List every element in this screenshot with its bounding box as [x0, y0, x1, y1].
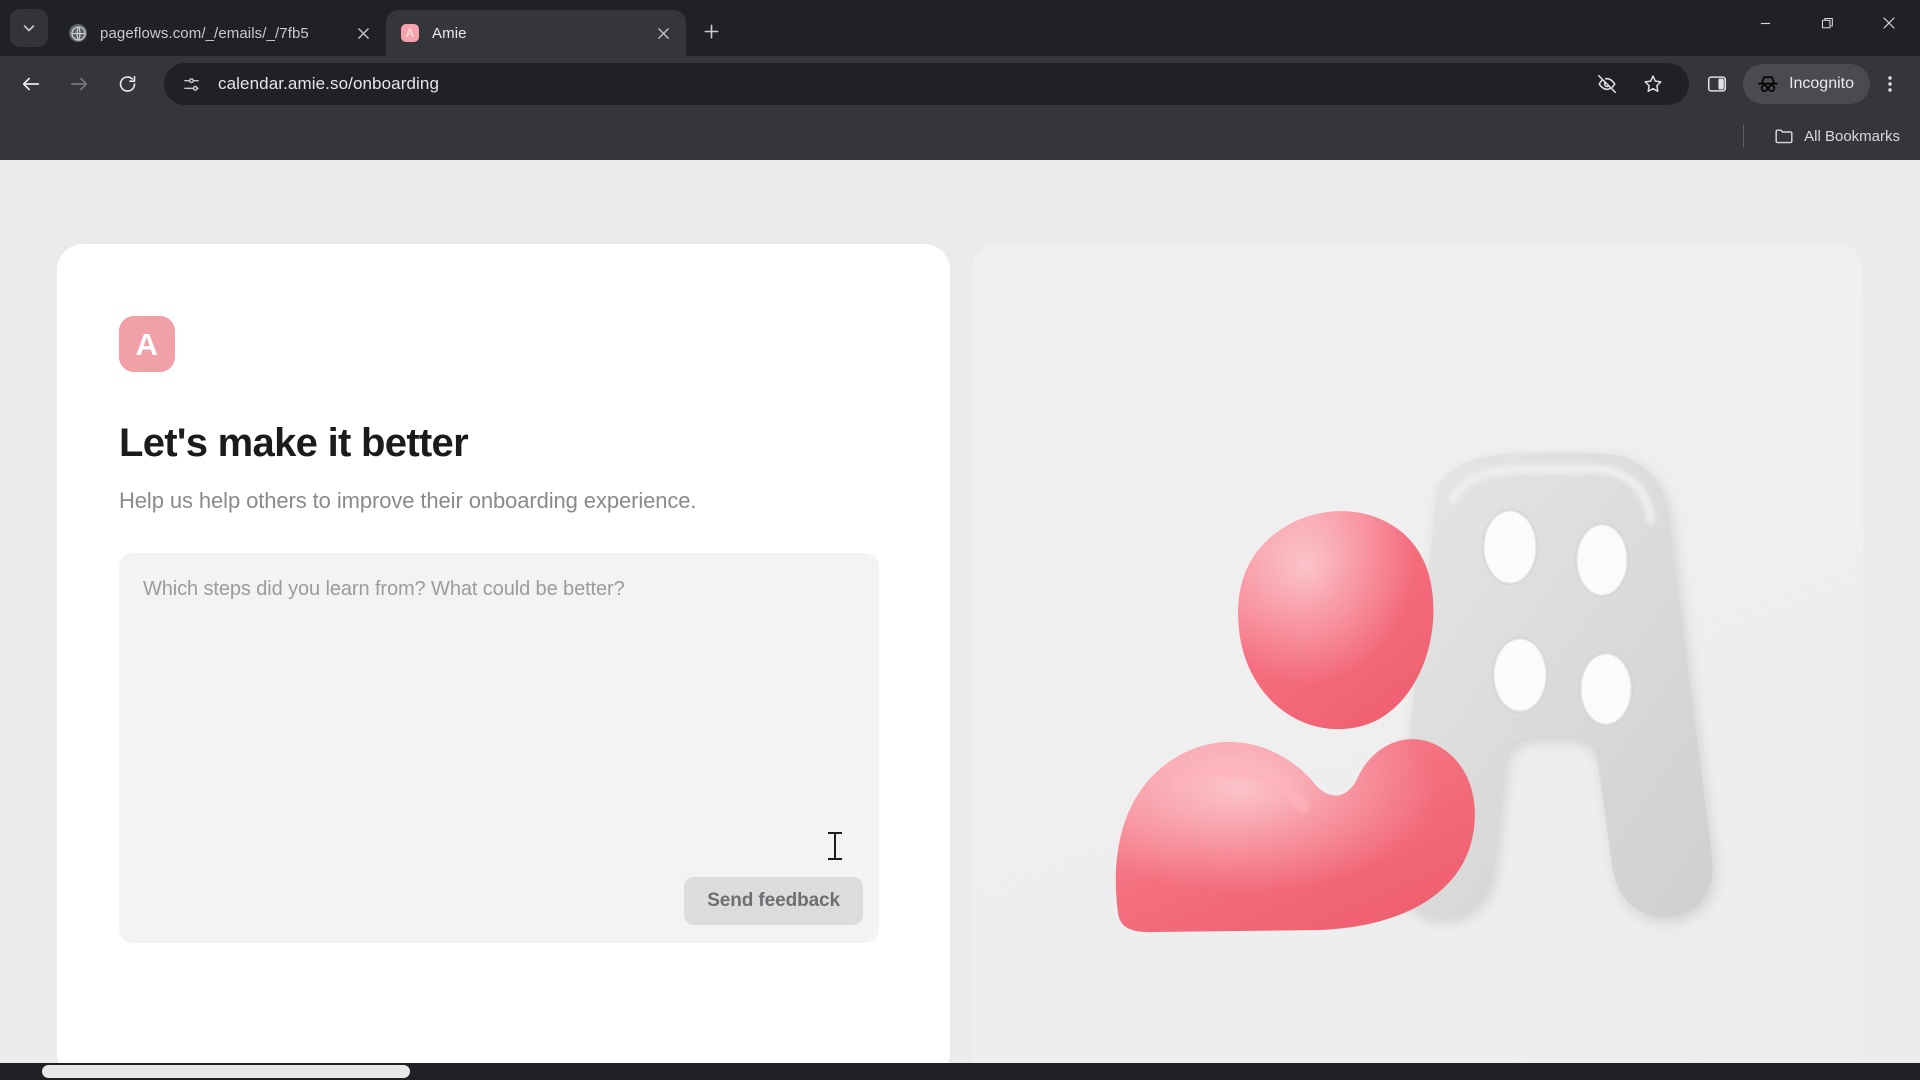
- tab-strip: pageflows.com/_/emails/_/7fb5 A Amie: [0, 0, 1920, 56]
- incognito-hat-icon: [1758, 76, 1778, 92]
- page-settings-icon[interactable]: [180, 73, 202, 95]
- browser-menu-button[interactable]: [1870, 64, 1910, 104]
- tab-favicon-letter: A: [401, 24, 419, 42]
- close-icon: [357, 27, 369, 39]
- folder-icon: [1775, 129, 1793, 144]
- browser-toolbar: calendar.amie.so/onboarding Incognito: [0, 56, 1920, 112]
- incognito-indicator[interactable]: Incognito: [1743, 64, 1870, 104]
- illustration-card: [972, 244, 1863, 1080]
- forward-button[interactable]: [58, 63, 100, 105]
- omnibox-actions: [1587, 64, 1673, 104]
- person-body-shape: [1115, 739, 1475, 933]
- reload-icon: [119, 75, 135, 92]
- onboarding-page: A Let's make it better Help us help othe…: [0, 160, 1920, 1080]
- amie-logo-icon: A: [400, 23, 420, 43]
- side-panel-icon: [1708, 76, 1727, 92]
- page-subtitle: Help us help others to improve their onb…: [119, 488, 697, 513]
- address-bar-url: calendar.amie.so/onboarding: [218, 74, 440, 93]
- close-icon: [657, 27, 669, 39]
- bookmark-button[interactable]: [1633, 64, 1673, 104]
- window-controls: [1734, 0, 1920, 46]
- eye-off-icon: [1598, 74, 1617, 94]
- maximize-button[interactable]: [1796, 0, 1858, 46]
- tab-amie[interactable]: A Amie: [386, 10, 686, 56]
- feedback-textarea[interactable]: Which steps did you learn from? What cou…: [119, 553, 879, 943]
- tab-search-button[interactable]: [10, 9, 48, 47]
- minimize-button[interactable]: [1734, 0, 1796, 46]
- amie-person-and-letter-a-illustration: [1115, 453, 1712, 933]
- page-title: Let's make it better: [119, 421, 469, 465]
- close-icon: [1883, 17, 1895, 29]
- all-bookmarks-label: All Bookmarks: [1804, 127, 1900, 145]
- globe-icon: [68, 23, 88, 43]
- three-dot-menu-icon: [1888, 76, 1892, 92]
- minimize-icon: [1760, 22, 1770, 24]
- tab-title: Amie: [432, 24, 467, 42]
- arrow-left-icon: [22, 77, 40, 91]
- amie-logo-icon: A: [119, 316, 175, 372]
- send-feedback-button[interactable]: Send feedback: [684, 877, 863, 925]
- all-bookmarks-button[interactable]: All Bookmarks: [1764, 120, 1910, 152]
- star-icon: [1644, 75, 1662, 92]
- tab-close-button[interactable]: [350, 20, 376, 46]
- new-tab-button[interactable]: [694, 14, 728, 48]
- browser-window: pageflows.com/_/emails/_/7fb5 A Amie cal…: [0, 0, 1920, 1080]
- tab-close-button[interactable]: [650, 20, 676, 46]
- horizontal-scrollbar[interactable]: [0, 1063, 1920, 1080]
- scrollbar-thumb[interactable]: [42, 1065, 410, 1078]
- tracking-protection-button[interactable]: [1587, 64, 1627, 104]
- address-bar[interactable]: calendar.amie.so/onboarding: [164, 63, 1690, 105]
- feedback-card: A Let's make it better Help us help othe…: [57, 244, 950, 1080]
- tab-pageflows[interactable]: pageflows.com/_/emails/_/7fb5: [54, 10, 386, 56]
- back-button[interactable]: [10, 63, 52, 105]
- incognito-label: Incognito: [1789, 75, 1854, 92]
- restore-icon: [1821, 17, 1833, 28]
- chevron-down-icon: [23, 25, 35, 32]
- bookmarks-bar: All Bookmarks: [0, 112, 1920, 160]
- bookmarks-divider: [1743, 125, 1745, 147]
- page-viewport: A Let's make it better Help us help othe…: [0, 160, 1920, 1080]
- reload-button[interactable]: [106, 63, 148, 105]
- person-head-shape: [1237, 511, 1433, 730]
- feedback-placeholder: Which steps did you learn from? What cou…: [143, 578, 625, 600]
- amie-logo-letter: A: [135, 326, 159, 362]
- side-panel-button[interactable]: [1697, 64, 1737, 104]
- tab-title: pageflows.com/_/emails/_/7fb5: [100, 24, 309, 42]
- plus-icon: [704, 24, 718, 38]
- close-window-button[interactable]: [1858, 0, 1920, 46]
- arrow-right-icon: [70, 77, 88, 91]
